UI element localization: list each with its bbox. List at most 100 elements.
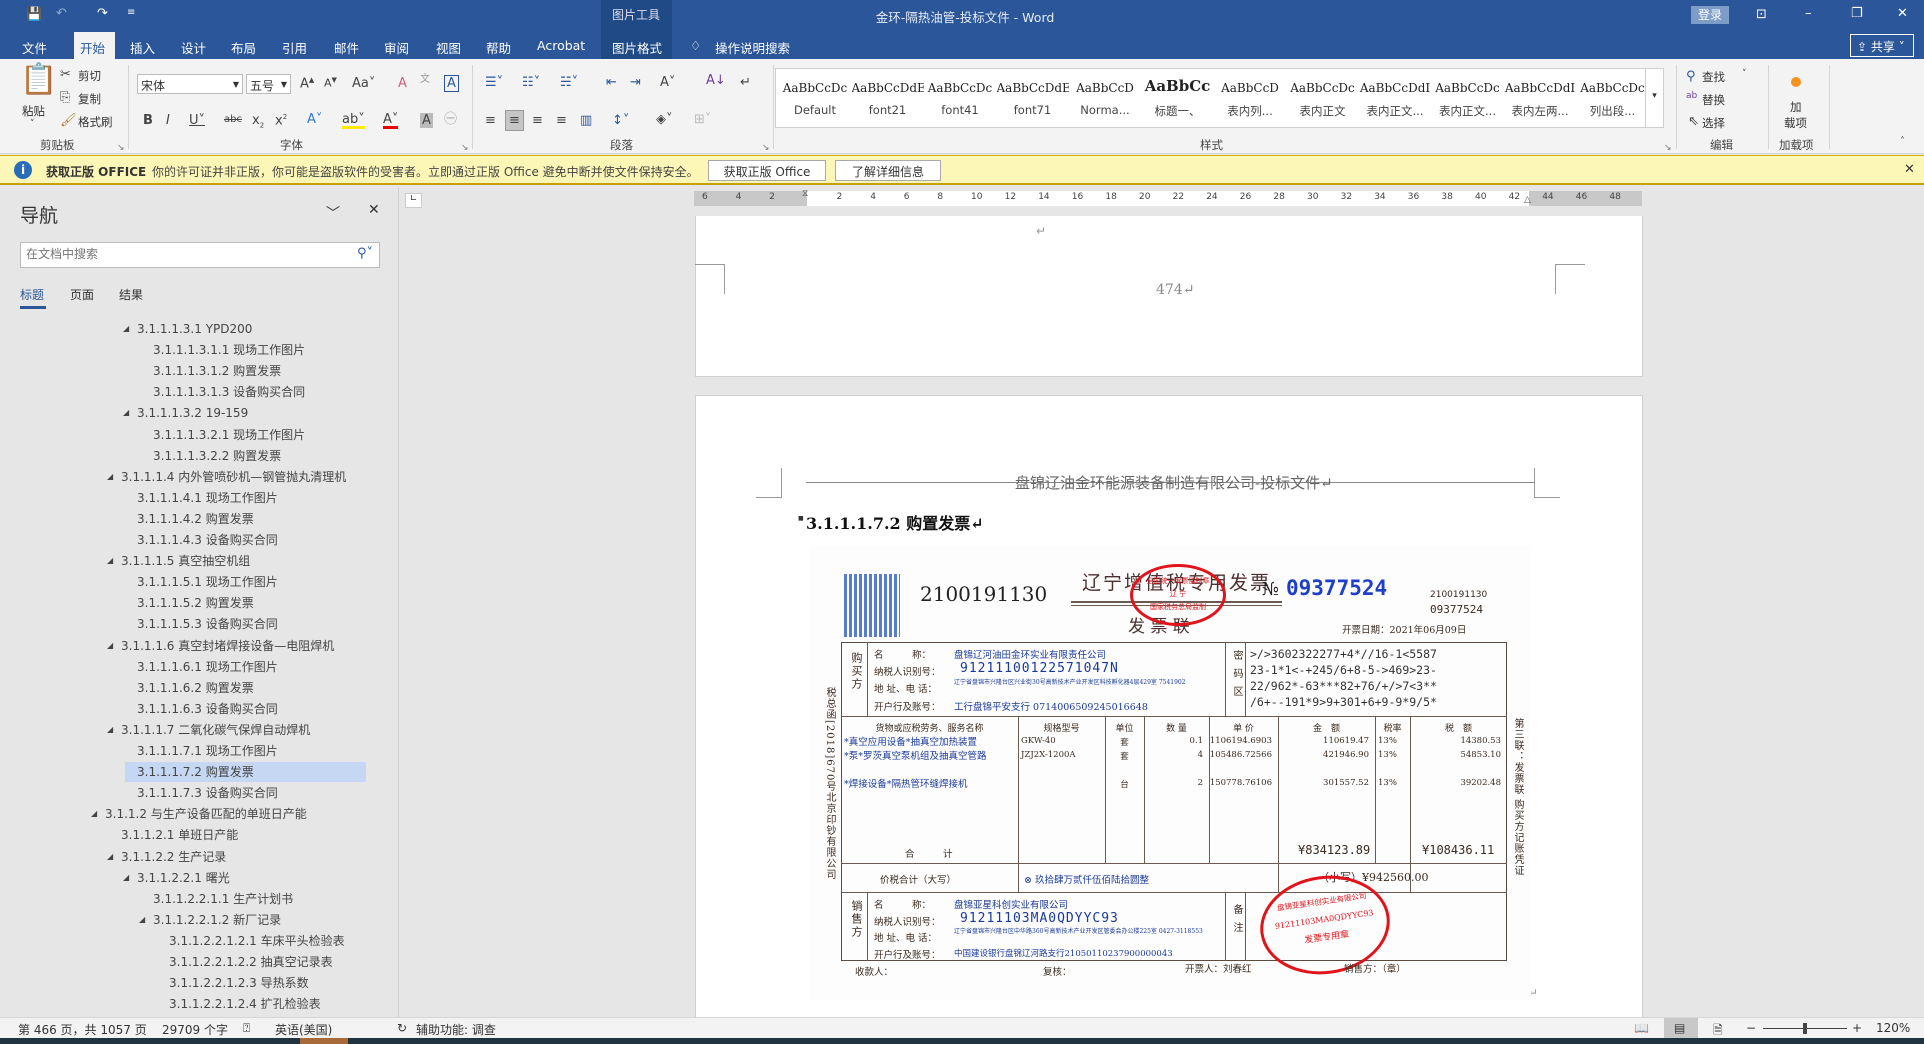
- collapse-ribbon-icon[interactable]: ˄: [1900, 137, 1905, 147]
- expand-triangle-icon[interactable]: ◢: [91, 804, 97, 824]
- nav-heading-item[interactable]: ◢ 3.1.1.2.2 生产记录: [0, 847, 398, 867]
- style-item[interactable]: AaBbCcD 表内列...: [1214, 69, 1286, 127]
- close-icon[interactable]: ✕: [1897, 7, 1908, 20]
- nav-tab-headings[interactable]: 标题: [20, 286, 44, 303]
- addins-button-line2[interactable]: 载项: [1784, 115, 1807, 131]
- shrink-font-icon[interactable]: A▼: [324, 77, 337, 89]
- style-item[interactable]: AaBbCcD Norma...: [1069, 69, 1141, 127]
- style-item[interactable]: AaBbCcDdI 表内左两...: [1504, 69, 1576, 127]
- nav-heading-item[interactable]: ◢ 3.1.1.2.2.1 曙光: [0, 868, 398, 888]
- redo-icon[interactable]: ↷: [97, 7, 108, 20]
- font-size-select[interactable]: 五号 ▼: [246, 74, 291, 94]
- nav-heading-item[interactable]: 3.1.1.1.4.2 购置发票: [0, 509, 398, 529]
- zoom-slider[interactable]: [1763, 1023, 1847, 1034]
- nav-heading-item[interactable]: 3.1.1.1.3.2.1 现场工作图片: [0, 425, 398, 445]
- style-item[interactable]: AaBbCcDdI 表内正文...: [1359, 69, 1431, 127]
- nav-heading-item[interactable]: 3.1.1.1.3.1.3 设备购买合同: [0, 382, 398, 402]
- nav-heading-item[interactable]: ◢ 3.1.1.1.3.1 YPD200: [0, 319, 398, 339]
- read-mode-icon[interactable]: 📖: [1634, 1021, 1649, 1035]
- tab-selector[interactable]: ∟: [405, 193, 422, 208]
- strikethrough-button[interactable]: abc: [224, 115, 242, 125]
- nav-heading-item[interactable]: 3.1.1.1.7.2 购置发票: [125, 762, 366, 783]
- zoom-level[interactable]: 120%: [1876, 1021, 1910, 1035]
- tab-references[interactable]: 引用: [282, 38, 307, 57]
- expand-triangle-icon[interactable]: ◢: [139, 910, 145, 930]
- style-item[interactable]: AaBbCcDc 列出段...: [1577, 69, 1649, 127]
- proofing-icon[interactable]: ⍰: [243, 1021, 250, 1036]
- nav-heading-item[interactable]: 3.1.1.1.6.3 设备购买合同: [0, 699, 398, 719]
- taskbar-active-app[interactable]: [300, 1038, 348, 1044]
- shading-icon[interactable]: ◈˅: [656, 113, 673, 126]
- style-item[interactable]: AaBbCcDdEe font71: [997, 69, 1069, 127]
- share-button[interactable]: ⇪ 共享 ˅: [1850, 34, 1914, 57]
- minimize-icon[interactable]: –: [1805, 7, 1812, 20]
- nav-heading-item[interactable]: 3.1.1.1.5.1 现场工作图片: [0, 572, 398, 592]
- word-count[interactable]: 29709 个字: [162, 1021, 228, 1038]
- nav-heading-item[interactable]: 3.1.1.2.2.1.2.2 抽真空记录表: [0, 952, 398, 972]
- tab-picture-format[interactable]: 图片格式: [612, 38, 662, 57]
- nav-heading-item[interactable]: ◢ 3.1.1.2.2.1.2 新厂记录: [0, 910, 398, 930]
- expand-triangle-icon[interactable]: ◢: [107, 847, 113, 867]
- nav-heading-item[interactable]: 3.1.1.1.6.1 现场工作图片: [0, 657, 398, 677]
- underline-button[interactable]: U˅: [189, 114, 205, 127]
- bullets-icon[interactable]: ☰˅: [485, 76, 503, 89]
- tab-review[interactable]: 审阅: [384, 38, 409, 57]
- right-indent-marker-icon[interactable]: △: [1524, 195, 1531, 205]
- nav-heading-item[interactable]: ◢ 3.1.1.2 与生产设备匹配的单班日产能: [0, 804, 398, 824]
- nav-heading-item[interactable]: ◢ 3.1.1.1.7 二氧化碳气保焊自动焊机: [0, 720, 398, 740]
- copy-button[interactable]: 复制: [78, 91, 101, 107]
- restore-icon[interactable]: ❐: [1851, 7, 1863, 20]
- nav-heading-item[interactable]: ◢ 3.1.1.1.3.2 19-159: [0, 403, 398, 423]
- expand-triangle-icon[interactable]: ◢: [107, 551, 113, 571]
- superscript-button[interactable]: x2: [275, 114, 287, 128]
- get-genuine-office-button[interactable]: 获取正版 Office: [708, 160, 826, 181]
- nav-tab-results[interactable]: 结果: [119, 286, 143, 303]
- borders-icon[interactable]: ⊞˅: [694, 113, 711, 126]
- tab-view[interactable]: 视图: [436, 38, 461, 57]
- print-layout-icon[interactable]: ▤: [1674, 1021, 1685, 1035]
- zoom-in-button[interactable]: +: [1852, 1021, 1862, 1035]
- distributed-icon[interactable]: ▥: [580, 114, 592, 127]
- numbering-icon[interactable]: ☷˅: [522, 76, 540, 89]
- expand-triangle-icon[interactable]: ◢: [123, 868, 129, 888]
- language-indicator[interactable]: 英语(美国): [275, 1021, 332, 1038]
- nav-heading-item[interactable]: ◢ 3.1.1.1.5 真空抽空机组: [0, 551, 398, 571]
- enclose-character-icon[interactable]: ㊀: [444, 113, 457, 126]
- text-effects-icon[interactable]: A˅: [307, 113, 322, 126]
- nav-search-input[interactable]: [21, 243, 321, 265]
- decrease-indent-icon[interactable]: ⇤: [606, 76, 617, 89]
- nav-options-chevron-icon[interactable]: ﹀: [326, 203, 340, 223]
- nav-heading-item[interactable]: ◢ 3.1.1.1.6 真空封堵焊接设备—电阻焊机: [0, 636, 398, 656]
- gallery-more-icon[interactable]: ▾: [1645, 69, 1663, 127]
- dialog-launcher-icon[interactable]: ↘: [117, 143, 125, 153]
- search-icon[interactable]: ⚲˅: [357, 246, 373, 261]
- multilevel-list-icon[interactable]: ☵˅: [560, 76, 578, 89]
- nav-heading-item[interactable]: 3.1.1.1.7.1 现场工作图片: [0, 741, 398, 761]
- dialog-launcher-icon[interactable]: ↘: [762, 143, 770, 153]
- highlight-color-icon[interactable]: ab˅: [342, 113, 365, 129]
- style-item[interactable]: AaBbCcDc 表内正文: [1287, 69, 1359, 127]
- font-name-select[interactable]: 宋体 ▼: [137, 74, 243, 94]
- align-center-icon[interactable]: ≡: [505, 110, 524, 131]
- customize-qat-icon[interactable]: ≡: [127, 8, 135, 18]
- style-item[interactable]: AaBbCcDc Default: [779, 69, 851, 127]
- bold-button[interactable]: B: [143, 114, 153, 127]
- subscript-button[interactable]: x2: [252, 114, 264, 130]
- tab-home[interactable]: 开始: [80, 38, 105, 57]
- nav-heading-item[interactable]: 3.1.1.2.2.1.2.3 导热系数: [0, 973, 398, 993]
- justify-icon[interactable]: ≡: [556, 114, 567, 127]
- expand-triangle-icon[interactable]: ◢: [107, 636, 113, 656]
- undo-icon[interactable]: ↶: [56, 7, 67, 20]
- tab-design[interactable]: 设计: [181, 38, 206, 57]
- find-button[interactable]: 查找: [1702, 69, 1725, 85]
- tab-layout[interactable]: 布局: [231, 38, 256, 57]
- horizontal-ruler[interactable]: 6 4 2 2 4 6 8 10 12 14 16 18 20 22 24 26 28 30 32 34 36 38 40 4…: [694, 189, 1642, 206]
- nav-heading-item[interactable]: 3.1.1.2.1 单班日产能: [0, 825, 398, 845]
- dialog-launcher-icon[interactable]: ↘: [1664, 143, 1672, 153]
- nav-search-box[interactable]: ⚲˅: [20, 242, 380, 268]
- page-count[interactable]: 第 466 页，共 1057 页: [18, 1021, 147, 1038]
- tab-mailings[interactable]: 邮件: [334, 38, 359, 57]
- login-button[interactable]: 登录: [1691, 6, 1729, 24]
- section-heading[interactable]: 3.1.1.1.7.2 购置发票↵: [806, 510, 984, 534]
- line-spacing-icon[interactable]: ↕˅: [612, 114, 629, 127]
